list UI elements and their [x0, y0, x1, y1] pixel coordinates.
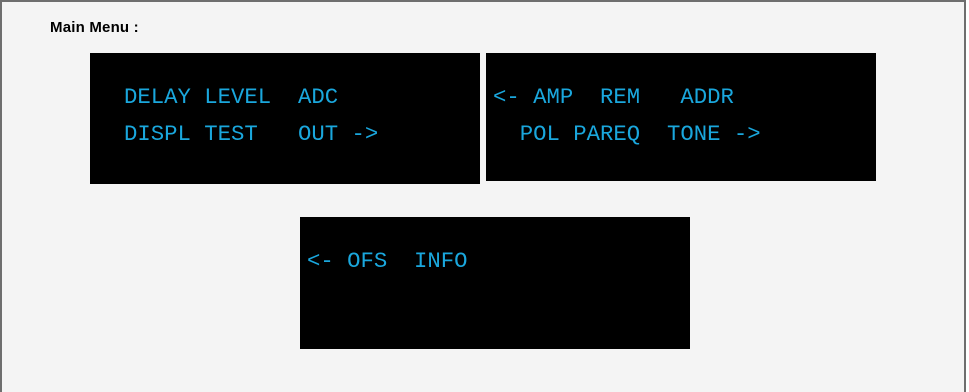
lcd-screen-1-line-2: DISPL TEST OUT -> — [124, 121, 379, 147]
lcd-screen-2: <- AMP REM ADDR POL PAREQ TONE -> — [486, 53, 876, 181]
lcd-screen-3-line-1: <- OFS INFO — [307, 248, 468, 274]
lcd-screen-2-line-2: POL PAREQ TONE -> — [493, 121, 761, 147]
lcd-screen-1-line-1: DELAY LEVEL ADC — [124, 84, 339, 110]
lcd-screen-1: DELAY LEVEL ADC DISPL TEST OUT -> — [90, 53, 480, 184]
lcd-screen-3: <- OFS INFO — [300, 217, 690, 349]
page-title: Main Menu : — [50, 19, 139, 36]
lcd-screen-2-line-1: <- AMP REM ADDR — [493, 84, 734, 110]
